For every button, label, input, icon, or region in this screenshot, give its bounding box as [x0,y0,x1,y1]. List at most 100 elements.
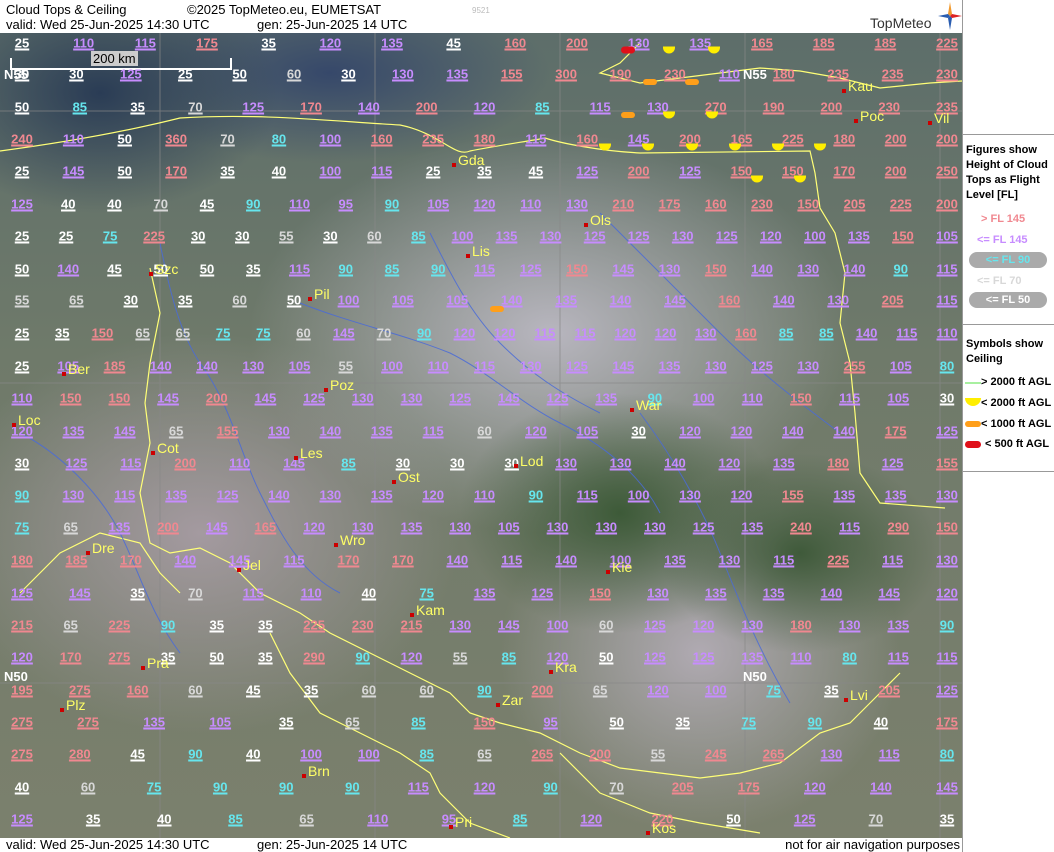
cloud-top-value: 70 [868,811,884,827]
city-label: Cot [151,440,179,456]
cloud-top-value: 120 [647,682,669,698]
city-marker [514,464,518,468]
cloud-top-value: 105 [497,519,520,535]
cloud-top-value: 105 [446,292,469,308]
city-label: Ols [584,213,611,227]
city-label: Pra [141,656,169,670]
cloud-top-value: 275 [11,746,33,762]
cloud-top-value: 45 [446,35,461,51]
cloud-top-value: 140 [57,261,80,277]
cloud-top-value: 70 [188,585,203,601]
cloud-top-value: 120 [11,649,33,665]
cloud-top-value: 45 [528,163,544,179]
cloud-top-value: 150 [473,714,496,730]
cloud-top-value: 135 [741,649,764,665]
cloud-top-value: 125 [715,228,738,244]
cloud-top-value: 195 [11,682,33,698]
cloud-top-value: 115 [887,649,909,665]
cloud-top-value: 115 [289,261,310,277]
cloud-top-value: 100 [803,228,826,244]
legend-panel: Figures show Height of Cloud Tops as Fli… [962,0,1054,852]
cloud-top-value: 115 [589,99,611,115]
cloud-top-value: 185 [103,358,126,374]
city-name: Jel [243,557,261,573]
city-label: Plz [60,697,86,713]
cloud-top-value: 190 [762,99,785,115]
cloud-top-value: 130 [242,358,265,374]
cloud-top-value: 70 [376,325,392,341]
city-marker [449,825,453,829]
ceiling-500-symbol [965,441,981,448]
cloud-top-value: 135 [495,228,518,244]
cloud-top-value: 35 [209,617,224,633]
cloud-top-value: 150 [589,585,611,601]
cloud-top-value: 85 [419,746,434,762]
cloud-top-value: 115 [422,423,444,439]
cloud-top-value: 200 [415,99,438,115]
city-name: Plz [66,697,86,713]
cloud-top-value: 60 [80,779,96,795]
cloud-top-value: 130 [718,552,741,568]
cloud-top-value: 100 [546,617,569,633]
city-name: Cot [157,440,179,456]
city-label: War [630,398,661,412]
cloud-top-value: 40 [271,163,287,179]
cloud-top-value: 50 [14,261,30,277]
cloud-top-value: 175 [936,714,958,730]
city-marker [854,119,858,123]
cloud-top-value: 100 [692,390,715,406]
cloud-top-value: 105 [576,423,599,439]
cloud-top-value: 125 [644,649,666,665]
cloud-top-value: 135 [370,423,393,439]
city-name: Kra [555,659,577,675]
cloud-top-value: 60 [286,66,302,82]
cloud-top-value: 205 [878,682,901,698]
cloud-top-value: 120 [692,617,715,633]
cloud-top-value: 115 [576,487,598,503]
cloud-top-value: 235 [827,66,850,82]
cloud-top-value: 115 [534,325,556,341]
cloud-top-value: 30 [323,228,338,244]
cloud-top-value: 100 [358,746,380,762]
cloud-top-value: 35 [130,99,145,115]
cloud-top-value: 30 [190,228,206,244]
cloud-top-value: 235 [881,66,904,82]
city-label: Jel [237,557,261,573]
cloud-top-value: 145 [664,292,686,308]
lat-label-n55-west: N55 [4,67,28,82]
cloud-top-value: 205 [843,196,866,212]
cloud-top-value: 135 [595,390,618,406]
cloud-top-value: 135 [108,519,131,535]
cloud-top-value: 140 [870,779,892,795]
cloud-top-value: 125 [11,811,33,827]
ceiling-2000-symbol [965,398,981,406]
cloud-top-value: 105 [889,358,912,374]
cloud-top-value: 210 [612,196,635,212]
symbols-title-1: Symbols show [966,338,1044,350]
cloud-top-value: 110 [300,585,322,601]
cloud-top-value: 110 [741,390,763,406]
cloud-top-value: 200 [174,455,197,471]
cloud-top-value: 145 [62,163,85,179]
cloud-top-value: 85 [228,811,243,827]
cloud-top-value: 100 [627,487,650,503]
cloud-top-value: 130 [797,261,820,277]
footer-generation-time: gen: 25-Jun-2025 14 UTC [257,837,408,852]
cloud-top-value: 85 [341,455,356,471]
cloud-top-value: 50 [117,163,132,179]
cloud-top-value: 225 [827,552,850,568]
cloud-top-value: 95 [543,714,558,730]
cloud-top-value: 215 [400,617,423,633]
cloud-top-value: 200 [820,99,843,115]
cloud-top-value: 65 [345,714,360,730]
cloud-top-value: 60 [188,682,203,698]
satellite-map[interactable]: 200 km 25 110 115 175 35 120 135 45 160 200 130 135… [0,33,962,838]
cloud-top-value: 35 [54,325,70,341]
cloud-top-value: 125 [583,228,606,244]
cloud-top-value: 205 [881,292,904,308]
cloud-top-value: 150 [566,261,588,277]
city-label: Brn [302,764,330,778]
cloud-top-value: 125 [216,487,239,503]
ceiling-high-symbol [965,382,981,384]
city-marker [294,456,298,460]
